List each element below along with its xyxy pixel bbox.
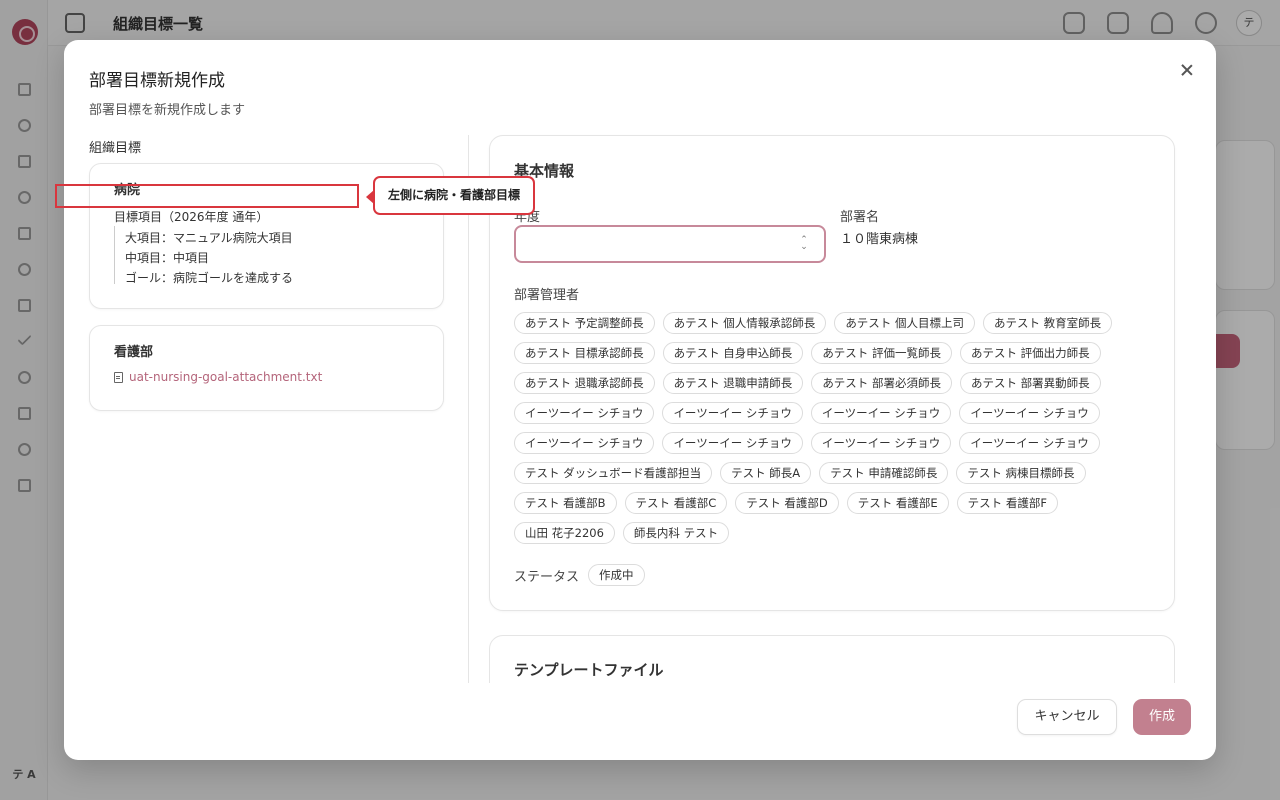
manager-chip: あテスト 個人情報承認師長: [662, 312, 827, 334]
dialog-title: 部署目標新規作成: [89, 71, 225, 91]
manager-chip: あテスト 退職申請師長: [662, 372, 804, 394]
manager-chip: テスト 看護部F: [956, 492, 1058, 514]
manager-chip: あテスト 自身申込師長: [662, 342, 804, 364]
manager-chip: イーツーイー シチョウ: [514, 402, 655, 424]
manager-chip: あテスト 評価出力師長: [959, 342, 1101, 364]
manager-chip: あテスト 部署異動師長: [959, 372, 1101, 394]
manager-chip: イーツーイー シチョウ: [959, 402, 1100, 424]
manager-chip: あテスト 教育室師長: [982, 312, 1113, 334]
close-icon[interactable]: [1177, 60, 1197, 80]
manager-chip: あテスト 目標承認師長: [514, 342, 655, 364]
status-badge: 作成中: [588, 564, 645, 586]
status-label: ステータス: [514, 570, 580, 585]
manager-chip: テスト ダッシュボード看護部担当: [514, 462, 713, 484]
template-card-clip: テンプレートファイル: [489, 635, 1175, 683]
manager-chip: 師長内科 テスト: [622, 522, 730, 544]
managers-list: あテスト 予定調整師長 あテスト 個人情報承認師長 あテスト 個人目標上司 あテスト …: [514, 312, 1154, 544]
goal-item-header: 目標項目（2026年度 通年）: [114, 210, 269, 224]
nursing-goal-card: 看護部 uat-nursing-goal-attachment.txt: [89, 325, 444, 411]
chevron-updown-icon: ⌃ ⌄: [800, 235, 808, 252]
manager-chip: あテスト 個人目標上司: [834, 312, 975, 334]
org-goals-heading: 組織目標: [89, 141, 142, 156]
basic-info-card: 基本情報 年度 ⌃ ⌄ 部署名 １０階東病棟 部署管理者 あテスト 予定調整師長あ…: [489, 135, 1175, 611]
manager-chip: あテスト 予定調整師長: [514, 312, 655, 334]
manager-chip: テスト 病棟目標師長: [956, 462, 1086, 484]
create-dept-goal-dialog: 部署目標新規作成 部署目標を新規作成します 組織目標 病院 目標項目（2026年…: [64, 40, 1216, 760]
manager-chip: テスト 看護部D: [735, 492, 839, 514]
manager-chip: あテスト 部署必須師長: [811, 372, 952, 394]
manager-chip: テスト 看護部C: [624, 492, 728, 514]
dialog-description: 部署目標を新規作成します: [89, 103, 246, 118]
annotation-callout: 左側に病院・看護部目標: [365, 176, 536, 215]
nursing-card-title: 看護部: [114, 345, 154, 360]
manager-chip: イーツーイー シチョウ: [514, 432, 655, 454]
template-file-card: テンプレートファイル: [489, 635, 1175, 683]
manager-chip: 山田 花子2206: [514, 522, 615, 544]
manager-chip: イーツーイー シチョウ: [810, 432, 952, 454]
file-icon: [114, 371, 123, 383]
column-divider: [468, 135, 469, 683]
manager-chip: イーツーイー シチョウ: [810, 402, 952, 424]
manager-chip: テスト 申請確認師長: [819, 462, 949, 484]
major-item: 大項目：マニュアル病院大項目: [125, 231, 293, 245]
manager-chip: テスト 看護部E: [846, 492, 949, 514]
dept-name-label: 部署名: [840, 210, 880, 225]
managers-label: 部署管理者: [514, 288, 580, 303]
attachment-link[interactable]: uat-nursing-goal-attachment.txt: [114, 370, 322, 384]
manager-chip: あテスト 評価一覧師長: [811, 342, 952, 364]
dept-name-value: １０階東病棟: [840, 232, 919, 247]
manager-chip: イーツーイー シチョウ: [662, 432, 803, 454]
goal-item: ゴール：病院ゴールを達成する: [125, 271, 294, 285]
template-file-title: テンプレートファイル: [514, 661, 664, 679]
attachment-filename: uat-nursing-goal-attachment.txt: [129, 370, 323, 384]
manager-chip: イーツーイー シチョウ: [959, 432, 1100, 454]
middle-item: 中項目：中項目: [125, 251, 210, 265]
highlight-annotation: [55, 184, 359, 208]
goal-item-tree: 大項目：マニュアル病院大項目 中項目：中項目 ゴール：病院ゴールを達成する: [114, 226, 414, 285]
manager-chip: テスト 看護部B: [514, 492, 617, 514]
manager-chip: イーツーイー シチョウ: [662, 402, 803, 424]
year-select[interactable]: ⌃ ⌄: [514, 225, 826, 263]
create-button[interactable]: 作成: [1133, 699, 1191, 735]
manager-chip: テスト 師長A: [720, 462, 812, 484]
cancel-button[interactable]: キャンセル: [1017, 699, 1117, 735]
manager-chip: あテスト 退職承認師長: [514, 372, 655, 394]
